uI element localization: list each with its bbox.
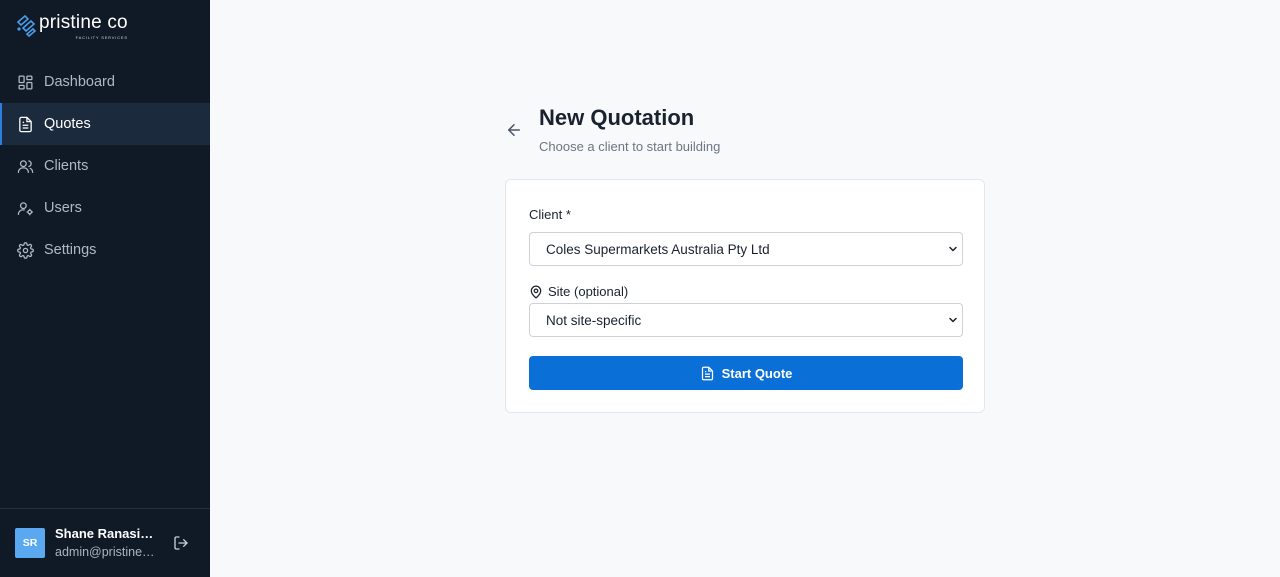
user-email: admin@pristineco.com.au — [55, 545, 159, 559]
brand-tagline: FACILITY SERVICES — [75, 35, 128, 40]
start-quote-label: Start Quote — [721, 365, 793, 381]
sidebar-item-settings[interactable]: Settings — [0, 229, 210, 271]
document-icon — [700, 366, 715, 381]
site-select-value: Not site-specific — [546, 312, 642, 328]
user-panel: SR Shane Ranasinghe admin@pristineco.com… — [0, 508, 210, 577]
sidebar-nav: Dashboard Quotes Clients Users Settings — [0, 61, 210, 271]
chevron-down-icon — [947, 243, 959, 255]
sidebar-item-users[interactable]: Users — [0, 187, 210, 229]
sidebar-item-label: Users — [44, 200, 82, 216]
sidebar-item-label: Quotes — [44, 116, 91, 132]
brand-name: pristine co — [39, 12, 128, 33]
map-pin-icon — [529, 285, 543, 299]
sidebar-item-label: Clients — [44, 158, 89, 174]
page-subtitle: Choose a client to start building — [539, 139, 721, 154]
logout-icon[interactable] — [173, 535, 189, 551]
user-info: Shane Ranasinghe admin@pristineco.com.au — [55, 525, 159, 561]
client-select[interactable]: Coles Supermarkets Australia Pty Ltd — [529, 232, 963, 266]
gear-icon — [17, 241, 34, 259]
sidebar-item-quotes[interactable]: Quotes — [0, 103, 210, 145]
dashboard-icon — [17, 74, 34, 91]
page-title: New Quotation — [539, 105, 695, 130]
sidebar-item-clients[interactable]: Clients — [0, 145, 210, 187]
site-label-text: Site (optional) — [548, 284, 629, 299]
document-icon — [17, 116, 34, 133]
quote-form-card: Client * Coles Supermarkets Australia Pt… — [505, 179, 985, 413]
site-label: Site (optional) — [529, 284, 628, 300]
back-arrow-icon[interactable] — [505, 121, 523, 139]
sidebar-item-dashboard[interactable]: Dashboard — [0, 61, 210, 103]
user-gear-icon — [17, 200, 34, 217]
start-quote-button[interactable]: Start Quote — [529, 356, 963, 390]
client-select-value: Coles Supermarkets Australia Pty Ltd — [546, 241, 770, 257]
site-select[interactable]: Not site-specific — [529, 303, 963, 337]
chevron-down-icon — [947, 314, 959, 326]
sidebar-item-label: Settings — [44, 242, 97, 258]
avatar[interactable]: SR — [15, 528, 45, 558]
users-icon — [17, 158, 34, 175]
brand-logo[interactable]: pristine co FACILITY SERVICES — [15, 12, 128, 40]
client-label: Client * — [529, 207, 571, 222]
sidebar: pristine co FACILITY SERVICES Dashboard … — [0, 0, 210, 577]
sidebar-item-label: Dashboard — [44, 74, 115, 90]
logo-mark-icon — [16, 14, 37, 38]
user-name: Shane Ranasinghe — [55, 526, 159, 541]
